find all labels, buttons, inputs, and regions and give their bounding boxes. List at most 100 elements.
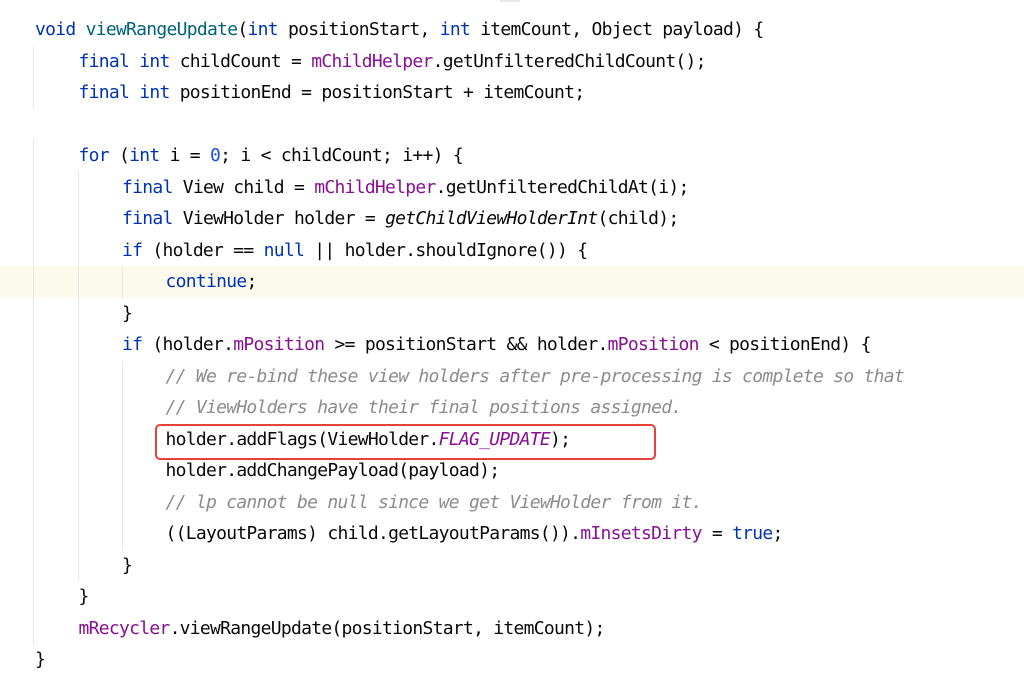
code-text[interactable]: holder.addChangePayload(payload); xyxy=(166,455,501,487)
indent-guide xyxy=(78,518,79,550)
indent-guide xyxy=(33,140,34,172)
code-token: positionEnd = positionStart + itemCount; xyxy=(169,82,585,103)
code-token: holder.addFlags(ViewHolder. xyxy=(165,428,440,450)
code-line[interactable]: } xyxy=(0,581,1024,613)
code-token: if xyxy=(122,334,143,355)
code-token: (child); xyxy=(597,208,680,229)
code-text[interactable]: // ViewHolders have their final position… xyxy=(166,392,683,424)
code-line[interactable]: // ViewHolders have their final position… xyxy=(0,392,1024,424)
code-token: } xyxy=(122,302,133,324)
indent-guide xyxy=(33,77,34,109)
code-line[interactable]: if (holder.mPosition >= positionStart &&… xyxy=(0,329,1024,361)
code-text[interactable]: } xyxy=(35,644,46,676)
code-text[interactable]: for (int i = 0; i < childCount; i++) { xyxy=(79,140,464,172)
code-line[interactable]: mRecycler.viewRangeUpdate(positionStart,… xyxy=(0,612,1024,645)
indent-guide xyxy=(78,203,79,235)
code-editor[interactable]: void viewRangeUpdate(int positionStart, … xyxy=(0,0,1024,684)
indent-guide xyxy=(122,360,123,392)
code-line[interactable]: continue; xyxy=(0,266,1024,298)
indent-guide xyxy=(122,455,123,487)
code-token: continue xyxy=(165,271,248,292)
code-text[interactable]: if (holder.mPosition >= positionStart &&… xyxy=(122,329,871,361)
code-token: int xyxy=(139,82,170,103)
indent-guide xyxy=(33,360,34,392)
code-token: // We re-bind these view holders after p… xyxy=(165,365,905,387)
indent-guide xyxy=(78,266,79,298)
code-text[interactable]: ((LayoutParams) child.getLayoutParams())… xyxy=(166,518,784,550)
code-line[interactable]: final int childCount = mChildHelper.getU… xyxy=(0,45,1024,78)
code-token: >= positionStart && holder. xyxy=(324,334,608,355)
code-token: ( xyxy=(108,145,130,166)
code-token: final xyxy=(122,208,173,229)
indent-guide xyxy=(33,581,34,613)
code-line[interactable]: final int positionEnd = positionStart + … xyxy=(0,77,1024,109)
code-line[interactable]: } xyxy=(0,549,1024,582)
code-line[interactable]: // lp cannot be null since we get ViewHo… xyxy=(0,486,1024,519)
code-token: int xyxy=(129,145,160,166)
indent-guide xyxy=(33,203,34,235)
code-token: if xyxy=(122,239,143,261)
indent-guide xyxy=(33,486,34,518)
code-token: (holder. xyxy=(142,334,234,355)
code-text[interactable]: // lp cannot be null since we get ViewHo… xyxy=(165,487,703,519)
indent-guide xyxy=(33,392,34,424)
indent-guide xyxy=(33,423,34,455)
code-line[interactable]: final View child = mChildHelper.getUnfil… xyxy=(0,171,1024,204)
code-token: FLAG_UPDATE xyxy=(438,428,551,450)
indent-guide xyxy=(33,234,34,266)
code-line[interactable]: for (int i = 0; i < childCount; i++) { xyxy=(0,140,1024,172)
code-token: mChildHelper xyxy=(311,50,433,72)
code-token: final xyxy=(122,176,173,198)
indent-guide xyxy=(78,360,79,392)
code-token: int xyxy=(247,19,278,40)
code-text[interactable]: final View child = mChildHelper.getUnfil… xyxy=(122,172,689,204)
code-text[interactable]: } xyxy=(122,550,133,582)
indent-guide xyxy=(78,423,79,455)
code-line[interactable]: holder.addChangePayload(payload); xyxy=(0,455,1024,487)
code-text[interactable]: // We re-bind these view holders after p… xyxy=(166,361,905,393)
code-text[interactable]: continue; xyxy=(165,266,258,298)
code-token: mPosition xyxy=(233,334,325,355)
code-line[interactable]: // We re-bind these view holders after p… xyxy=(0,360,1024,393)
indent-guide xyxy=(78,329,79,361)
code-token: = xyxy=(701,523,733,544)
code-line[interactable]: holder.addFlags(ViewHolder.FLAG_UPDATE); xyxy=(0,423,1024,456)
indent-guide xyxy=(33,297,34,329)
code-line[interactable]: if (holder == null || holder.shouldIgnor… xyxy=(0,234,1024,267)
code-text[interactable]: mRecycler.viewRangeUpdate(positionStart,… xyxy=(78,613,606,645)
code-line[interactable]: } xyxy=(0,644,1024,676)
code-token: i = xyxy=(159,145,211,166)
indent-guide xyxy=(78,486,79,518)
code-text[interactable]: holder.addFlags(ViewHolder.FLAG_UPDATE); xyxy=(166,424,571,456)
code-token: mRecycler xyxy=(78,617,171,639)
code-token: int xyxy=(439,19,471,40)
code-token: ; xyxy=(772,523,784,544)
code-line[interactable]: } xyxy=(0,297,1024,330)
code-token: // lp cannot be null since we get ViewHo… xyxy=(165,491,703,513)
code-text[interactable]: } xyxy=(122,298,133,330)
code-text[interactable]: final ViewHolder holder = getChildViewHo… xyxy=(122,203,680,235)
code-text[interactable]: void viewRangeUpdate(int positionStart, … xyxy=(35,14,764,46)
code-token: getChildViewHolderInt xyxy=(385,208,598,229)
code-text[interactable]: } xyxy=(79,581,90,613)
indent-guide xyxy=(122,392,123,424)
code-text[interactable]: final int positionEnd = positionStart + … xyxy=(79,77,586,109)
code-line[interactable]: ((LayoutParams) child.getLayoutParams())… xyxy=(0,518,1024,550)
code-line[interactable]: void viewRangeUpdate(int positionStart, … xyxy=(0,14,1024,46)
indent-guide xyxy=(78,455,79,487)
indent-guide xyxy=(122,423,123,455)
code-token: .viewRangeUpdate(positionStart, itemCoun… xyxy=(169,617,606,639)
code-token: itemCount, Object payload) { xyxy=(470,19,764,40)
indent-guide xyxy=(78,234,79,266)
code-text[interactable]: final int childCount = mChildHelper.getU… xyxy=(79,46,707,78)
code-token: < positionEnd) { xyxy=(698,334,872,355)
indent-guide xyxy=(122,486,123,518)
code-line[interactable]: final ViewHolder holder = getChildViewHo… xyxy=(0,203,1024,235)
code-text[interactable]: if (holder == null || holder.shouldIgnor… xyxy=(122,235,588,267)
code-token: .getUnfilteredChildAt(i); xyxy=(435,176,690,198)
code-line[interactable] xyxy=(0,109,1024,141)
indent-guide xyxy=(33,266,34,298)
